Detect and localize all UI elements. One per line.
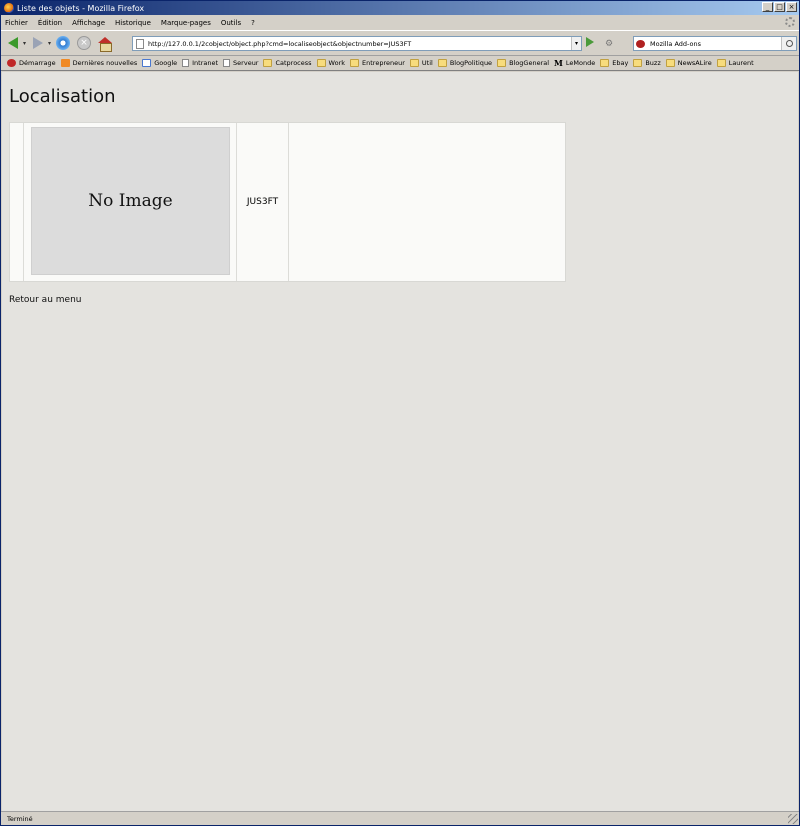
back-arrow-icon <box>8 37 18 49</box>
forward-history-dropdown-icon[interactable]: ▾ <box>48 40 51 47</box>
navigation-toolbar: ▾ ▾ × ▾ ⚙ <box>1 30 799 56</box>
folder-icon <box>600 59 610 67</box>
bookmark-folder[interactable]: NewsALire <box>665 59 712 67</box>
page-content: Localisation No Image JUS3FT Retour au m… <box>2 72 798 811</box>
search-button[interactable] <box>781 37 796 50</box>
go-button[interactable] <box>586 37 594 47</box>
folder-icon <box>409 59 419 67</box>
window-controls: _ □ × <box>762 2 797 12</box>
back-history-dropdown-icon[interactable]: ▾ <box>23 40 26 47</box>
folder-icon <box>497 59 507 67</box>
window-title: Liste des objets - Mozilla Firefox <box>17 3 145 13</box>
menu-edition[interactable]: Édition <box>38 19 62 27</box>
folder-icon <box>633 59 643 67</box>
url-input[interactable] <box>148 39 568 48</box>
home-icon <box>98 36 113 52</box>
search-engine-selector[interactable] <box>634 37 650 50</box>
url-history-dropdown-icon[interactable]: ▾ <box>571 37 581 50</box>
bookmark-item[interactable]: Démarrage <box>7 59 56 67</box>
no-image-placeholder: No Image <box>31 127 230 275</box>
menu-affichage[interactable]: Affichage <box>72 19 105 27</box>
status-bar: Terminé <box>1 811 799 825</box>
bookmark-folder[interactable]: Work <box>316 59 345 67</box>
folder-icon <box>665 59 675 67</box>
folder-icon <box>316 59 326 67</box>
minimize-button[interactable]: _ <box>762 2 773 12</box>
rss-feed-icon <box>60 59 70 67</box>
bookmark-folder[interactable]: BlogGeneral <box>497 59 549 67</box>
title-bar: Liste des objets - Mozilla Firefox _ □ × <box>1 1 799 15</box>
bookmark-item[interactable]: M LeMonde <box>554 59 595 67</box>
page-icon <box>136 38 144 49</box>
folder-icon <box>437 59 447 67</box>
menu-historique[interactable]: Historique <box>115 19 151 27</box>
menu-fichier[interactable]: Fichier <box>5 19 28 27</box>
stop-icon: × <box>77 36 92 50</box>
google-icon <box>142 59 152 67</box>
back-button[interactable] <box>4 34 22 52</box>
bookmark-item[interactable]: Google <box>142 59 177 67</box>
lemonde-logo-icon: M <box>554 58 563 68</box>
back-to-menu-link[interactable]: Retour au menu <box>9 295 81 305</box>
table-cell-image: No Image <box>24 123 237 281</box>
bookmark-folder[interactable]: Util <box>409 59 433 67</box>
page-icon <box>223 59 231 67</box>
bookmark-folder[interactable]: Laurent <box>716 59 754 67</box>
url-bar[interactable]: ▾ <box>132 36 582 51</box>
browser-window: Liste des objets - Mozilla Firefox _ □ ×… <box>0 0 800 826</box>
bookmark-item[interactable]: Intranet <box>182 59 218 67</box>
reload-button[interactable] <box>54 34 72 52</box>
forward-button[interactable] <box>29 34 47 52</box>
bookmark-folder[interactable]: Buzz <box>633 59 661 67</box>
stop-button[interactable]: × <box>75 34 93 52</box>
table-cell-details <box>289 123 565 281</box>
forward-arrow-icon <box>33 37 44 49</box>
object-number: JUS3FT <box>237 123 289 281</box>
home-button[interactable] <box>96 34 114 52</box>
bookmark-item[interactable]: Dernières nouvelles <box>60 59 137 67</box>
folder-icon <box>263 59 273 67</box>
bookmark-folder[interactable]: Entrepreneur <box>350 59 405 67</box>
resize-grip-icon[interactable] <box>788 814 798 824</box>
search-engine-icon <box>636 39 645 48</box>
bookmark-folder[interactable]: Catprocess <box>263 59 312 67</box>
folder-icon <box>350 59 360 67</box>
menu-bar: Fichier Édition Affichage Historique Mar… <box>1 15 799 30</box>
close-button[interactable]: × <box>786 2 797 12</box>
bookmark-folder[interactable]: Ebay <box>600 59 628 67</box>
throbber-icon <box>785 17 795 27</box>
bookmark-item[interactable]: Serveur <box>223 59 258 67</box>
menu-help[interactable]: ? <box>251 19 255 27</box>
search-box[interactable] <box>633 36 797 51</box>
status-text: Terminé <box>7 814 33 823</box>
search-input[interactable] <box>650 39 776 48</box>
bookmarks-toolbar: Démarrage Dernières nouvelles Google Int… <box>1 56 799 71</box>
extension-gear-icon[interactable]: ⚙ <box>605 39 615 49</box>
maximize-button[interactable]: □ <box>774 2 785 12</box>
search-icon <box>785 40 793 47</box>
bookmark-folder[interactable]: BlogPolitique <box>437 59 492 67</box>
page-icon <box>182 59 190 67</box>
bookmark-red-icon <box>7 59 16 67</box>
menu-marque-pages[interactable]: Marque-pages <box>161 19 211 27</box>
folder-icon <box>716 59 726 67</box>
object-table: No Image JUS3FT <box>9 122 566 282</box>
firefox-icon <box>4 3 14 13</box>
menu-outils[interactable]: Outils <box>221 19 241 27</box>
page-title: Localisation <box>9 86 116 107</box>
table-cell-empty <box>10 123 24 281</box>
reload-icon <box>56 36 71 50</box>
